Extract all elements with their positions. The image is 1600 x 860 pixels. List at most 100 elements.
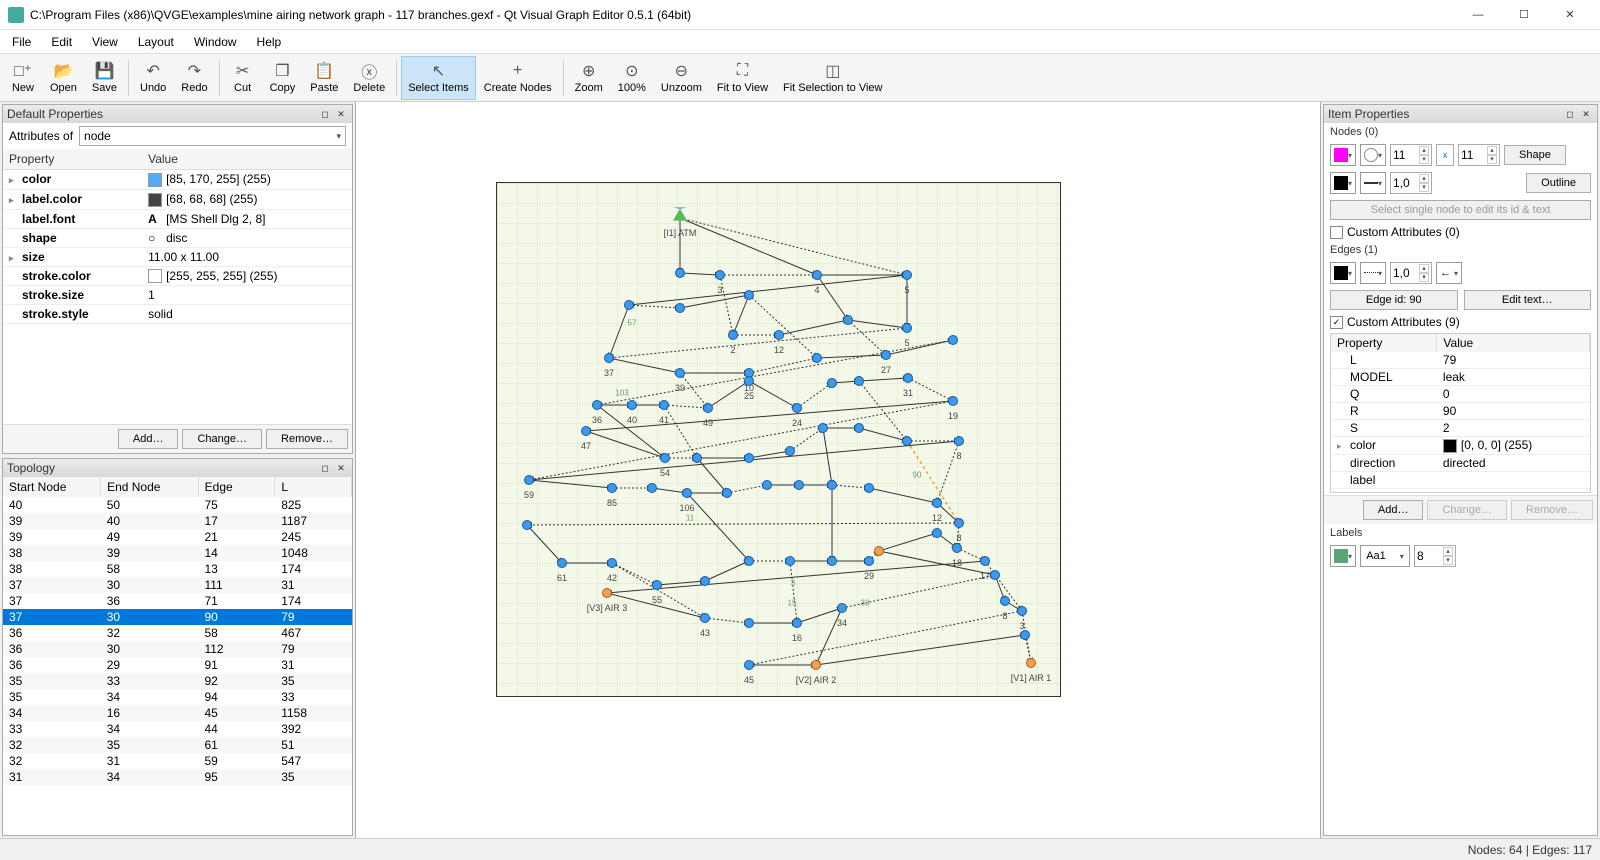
outline-button[interactable]: Outline [1526, 173, 1591, 193]
graph-node[interactable] [864, 556, 874, 566]
graph-node[interactable] [524, 475, 534, 485]
graph-canvas[interactable]: [I1] ATM34521253739102736404149252431194… [356, 102, 1320, 838]
save-button[interactable]: 💾Save [85, 56, 124, 100]
zoom-button[interactable]: ⊕Zoom [568, 56, 610, 100]
redo-button[interactable]: ↷Redo [174, 56, 214, 100]
label-font-picker[interactable]: Aa1 [1360, 545, 1410, 567]
edge-color-picker[interactable] [1330, 262, 1356, 284]
attr-row-label[interactable]: label [1331, 471, 1590, 488]
graph-node[interactable] [812, 353, 822, 363]
close-panel-icon[interactable]: ✕ [334, 461, 348, 475]
graph-node[interactable] [827, 378, 837, 388]
graph-node[interactable] [602, 588, 612, 598]
graph-node[interactable] [604, 353, 614, 363]
graph-node[interactable] [744, 618, 754, 628]
topology-row[interactable]: 363258467 [3, 625, 352, 641]
graph-node[interactable] [902, 323, 912, 333]
entity-select[interactable]: node [79, 126, 346, 146]
col-property[interactable]: Property [3, 149, 142, 170]
graph-node[interactable] [715, 270, 725, 280]
graph-node[interactable] [607, 558, 617, 568]
close-panel-icon[interactable]: ✕ [334, 107, 348, 121]
topology-row[interactable]: 363011279 [3, 641, 352, 657]
graph-node[interactable] [703, 403, 713, 413]
graph-node[interactable] [1026, 658, 1036, 668]
graph-node[interactable] [774, 330, 784, 340]
prop-row-label-color[interactable]: ▸label.color[68, 68, 68] (255) [3, 189, 352, 209]
outline-weight-input[interactable]: 1,0▴▾ [1390, 172, 1432, 194]
graph-node[interactable] [652, 580, 662, 590]
minimize-button[interactable]: — [1456, 1, 1500, 29]
node-color-picker[interactable] [1330, 144, 1356, 166]
topology-row[interactable]: 373671174 [3, 593, 352, 609]
paste-button[interactable]: 📋Paste [303, 56, 345, 100]
graph-node[interactable] [1020, 630, 1030, 640]
graph-node[interactable] [1017, 606, 1027, 616]
edit-text-button[interactable]: Edit text… [1464, 290, 1592, 310]
change-button[interactable]: Change… [182, 429, 262, 449]
graph-node[interactable] [682, 488, 692, 498]
topology-row[interactable]: 37309079 [3, 609, 352, 625]
label-color-picker[interactable] [1330, 545, 1356, 567]
graph-node[interactable] [954, 518, 964, 528]
attr-row-s[interactable]: S2 [1331, 420, 1590, 437]
topology-row[interactable]: 323159547 [3, 753, 352, 769]
prop-row-shape[interactable]: shape○disc [3, 228, 352, 247]
graph-node[interactable] [827, 556, 837, 566]
graph-node[interactable] [932, 498, 942, 508]
graph-node[interactable] [728, 330, 738, 340]
menu-edit[interactable]: Edit [43, 33, 80, 51]
edge-arrow-picker[interactable]: ← [1436, 262, 1462, 284]
select-items-button[interactable]: ↖Select Items [401, 56, 476, 100]
topology-row[interactable]: 31349535 [3, 769, 352, 785]
graph-node[interactable] [843, 315, 853, 325]
cut-button[interactable]: ✂Cut [224, 56, 262, 100]
prop-row-size[interactable]: ▸size11.00 x 11.00 [3, 247, 352, 266]
graph-node[interactable] [557, 558, 567, 568]
menu-help[interactable]: Help [249, 33, 290, 51]
topology-row[interactable]: 35339235 [3, 673, 352, 689]
graph-node[interactable] [954, 436, 964, 446]
edge-weight-input[interactable]: 1,0▴▾ [1390, 262, 1432, 284]
delete-button[interactable]: ⓧDelete [346, 56, 392, 100]
graph-node[interactable] [837, 603, 847, 613]
attr-add-button[interactable]: Add… [1363, 500, 1424, 520]
topology-hscroll[interactable] [3, 818, 352, 835]
graph-node[interactable] [792, 403, 802, 413]
node-height-input[interactable]: 11▴▾ [1458, 144, 1500, 166]
edge-style-picker[interactable] [1360, 262, 1386, 284]
graph-node[interactable] [624, 300, 634, 310]
graph-node[interactable] [854, 423, 864, 433]
attr-row-direction[interactable]: directiondirected [1331, 454, 1590, 471]
graph-node[interactable] [744, 453, 754, 463]
remove-button[interactable]: Remove… [266, 429, 348, 449]
topology-row[interactable]: 333444392 [3, 721, 352, 737]
graph-node[interactable] [952, 543, 962, 553]
menu-window[interactable]: Window [186, 33, 245, 51]
graph-node[interactable] [948, 335, 958, 345]
node-width-input[interactable]: 11▴▾ [1390, 144, 1432, 166]
create-nodes-button[interactable]: +Create Nodes [477, 56, 559, 100]
graph-node[interactable] [522, 520, 532, 530]
graph-node[interactable] [812, 270, 822, 280]
graph-node[interactable] [592, 400, 602, 410]
graph-node[interactable] [785, 556, 795, 566]
graph-node[interactable] [660, 453, 670, 463]
shape-button[interactable]: Shape [1504, 145, 1566, 165]
menu-view[interactable]: View [84, 33, 126, 51]
graph-node[interactable] [818, 423, 828, 433]
attr-row-color[interactable]: ▸color[0, 0, 0] (255) [1331, 437, 1590, 455]
topology-row[interactable]: 373011131 [3, 577, 352, 593]
lock-aspect-button[interactable]: x [1436, 144, 1454, 166]
topology-row[interactable]: 3940171187 [3, 513, 352, 529]
fit-selection-to-view-button[interactable]: ◫Fit Selection to View [776, 56, 889, 100]
topology-row[interactable]: 394921245 [3, 529, 352, 545]
topology-row[interactable]: 35349433 [3, 689, 352, 705]
attr-row-model[interactable]: MODELleak [1331, 369, 1590, 386]
graph-node[interactable] [864, 483, 874, 493]
fit-to-view-button[interactable]: ⛶Fit to View [710, 56, 775, 100]
close-panel-icon[interactable]: ✕ [1579, 107, 1593, 121]
maximize-button[interactable]: ☐ [1502, 1, 1546, 29]
label-size-input[interactable]: 8▴▾ [1414, 545, 1456, 567]
graph-node[interactable] [581, 426, 591, 436]
